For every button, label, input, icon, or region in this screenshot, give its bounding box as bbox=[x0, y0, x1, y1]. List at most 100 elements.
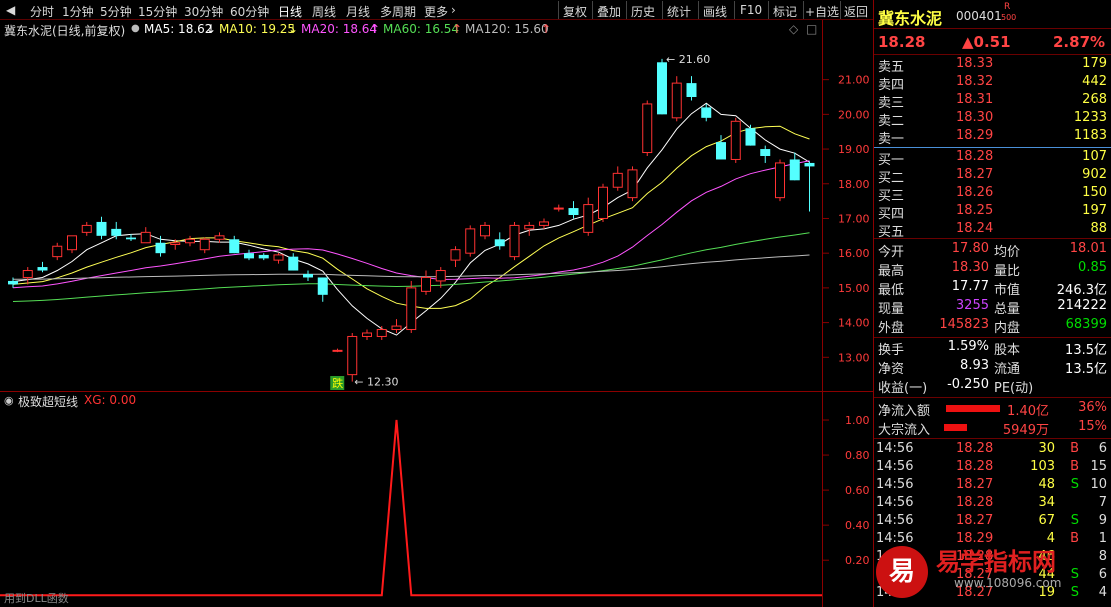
period-tab-weekly[interactable]: 周线 bbox=[312, 3, 336, 20]
candle-body bbox=[539, 221, 549, 226]
period-tab-15min[interactable]: 15分钟 bbox=[138, 3, 177, 20]
more-chevron-icon[interactable]: › bbox=[451, 3, 456, 17]
tick-volume: 34 bbox=[1038, 495, 1055, 510]
indicator-menu-icon[interactable]: ◉ bbox=[4, 394, 14, 407]
candle bbox=[539, 218, 549, 229]
period-tab-multi[interactable]: 多周期 bbox=[380, 3, 416, 20]
stat-value: 68399 bbox=[1065, 317, 1107, 332]
candle bbox=[229, 235, 240, 254]
stats-button[interactable]: 统计 bbox=[667, 3, 691, 20]
stat-label: 最高 bbox=[878, 264, 905, 279]
chart-title: 冀东水泥(日线,前复权) bbox=[4, 24, 126, 38]
candle-body bbox=[273, 254, 284, 261]
period-tab-1min[interactable]: 1分钟 bbox=[62, 3, 94, 20]
panel-divider bbox=[874, 54, 1111, 55]
indicator-tick-label: 0.40 bbox=[845, 519, 870, 532]
price-tick-label: 17.00 bbox=[838, 212, 870, 225]
period-tab-monthly[interactable]: 月线 bbox=[346, 3, 370, 20]
period-tab-5min[interactable]: 5分钟 bbox=[100, 3, 132, 20]
stat-label: 总量 bbox=[994, 302, 1021, 317]
bid-volume: 150 bbox=[1082, 185, 1107, 200]
overlay-button[interactable]: 叠加 bbox=[597, 3, 621, 20]
period-tab-intraday[interactable]: 分时 bbox=[30, 3, 54, 20]
candle bbox=[391, 319, 402, 333]
price-tick-label: 19.00 bbox=[838, 143, 870, 156]
panel-divider bbox=[874, 438, 1111, 439]
candle-body bbox=[804, 162, 815, 167]
candle-body bbox=[332, 349, 343, 352]
period-tab-60min[interactable]: 60分钟 bbox=[230, 3, 269, 20]
candle-body bbox=[701, 107, 712, 118]
bid-level-label: 买四 bbox=[878, 207, 905, 222]
candle bbox=[22, 267, 33, 285]
candle-body bbox=[391, 325, 402, 331]
indicator-chart[interactable]: 1.00 0.80 0.60 0.40 0.20 用到DLL函数 bbox=[0, 392, 873, 607]
period-tab-30min[interactable]: 30分钟 bbox=[184, 3, 223, 20]
candle-body bbox=[465, 228, 476, 254]
flow-percent: 15% bbox=[1078, 419, 1107, 434]
candle bbox=[376, 326, 387, 340]
candle-body bbox=[317, 277, 328, 295]
adjust-button[interactable]: 复权 bbox=[563, 3, 587, 20]
stat-label: 收益(一) bbox=[878, 381, 928, 396]
price-tick-label: 16.00 bbox=[838, 247, 870, 260]
ask-price: 18.29 bbox=[956, 128, 994, 143]
stat-label: 内盘 bbox=[994, 321, 1021, 336]
candle bbox=[775, 159, 785, 202]
candle-body bbox=[789, 159, 800, 181]
stat-value: 17.80 bbox=[951, 241, 989, 256]
kline-chart[interactable]: 21.00 20.00 19.00 18.00 17.00 16.00 15.00 14.00… bbox=[0, 20, 873, 392]
candle-body bbox=[553, 207, 564, 210]
stat-value: 18.30 bbox=[951, 260, 989, 275]
draw-line-button[interactable]: 画线 bbox=[703, 3, 727, 20]
stat-label: 均价 bbox=[994, 245, 1021, 260]
candle bbox=[288, 253, 299, 271]
add-watchlist-button[interactable]: +自选 bbox=[805, 3, 839, 20]
stat-label: 今开 bbox=[878, 245, 905, 260]
back-button[interactable]: 返回 bbox=[844, 3, 868, 20]
history-button[interactable]: 历史 bbox=[631, 3, 655, 20]
candle-body bbox=[244, 253, 254, 259]
period-tab-daily[interactable]: 日线 bbox=[278, 3, 302, 20]
candle bbox=[730, 117, 741, 163]
flow-percent: 36% bbox=[1078, 400, 1107, 415]
toolbar-divider bbox=[734, 1, 735, 19]
candle bbox=[568, 201, 579, 219]
flow-bar bbox=[946, 405, 1000, 412]
tick-price: 18.27 bbox=[956, 477, 994, 492]
candle bbox=[199, 237, 210, 254]
ma10-label: MA10: 19.25 bbox=[219, 22, 296, 36]
ask-price: 18.32 bbox=[956, 74, 994, 89]
diamond-icon[interactable]: ◇ bbox=[789, 22, 798, 36]
mark-button[interactable]: 标记 bbox=[773, 3, 797, 20]
candle bbox=[627, 166, 638, 202]
stat-label: 股本 bbox=[994, 343, 1021, 358]
candle bbox=[760, 145, 771, 163]
candle-body bbox=[686, 83, 697, 97]
candle bbox=[701, 103, 712, 122]
stock-code: 000401 bbox=[956, 9, 1002, 23]
quote-panel: 冀东水泥 000401 R 500 18.28 ▲0.51 2.87% 卖五 18… bbox=[873, 0, 1111, 607]
settings-dot-icon[interactable]: ● bbox=[131, 23, 140, 34]
stat-label: 净资 bbox=[878, 362, 905, 377]
stock-terminal: ◀ 分时 1分钟 5分钟 15分钟 30分钟 60分钟 日线 周线 月线 多周期… bbox=[0, 0, 1111, 607]
candle bbox=[96, 216, 107, 240]
tick-side: S bbox=[1070, 513, 1079, 528]
price-change: ▲0.51 bbox=[962, 33, 1011, 51]
candle-body bbox=[111, 228, 122, 236]
candle-body bbox=[8, 280, 18, 285]
tick-volume: 30 bbox=[1038, 441, 1055, 456]
period-tab-more[interactable]: 更多 bbox=[424, 3, 448, 20]
minimize-arrow-icon[interactable]: ◀ bbox=[6, 3, 15, 17]
candle bbox=[553, 204, 564, 212]
candle-body bbox=[435, 270, 446, 282]
toolbar-divider bbox=[626, 1, 627, 19]
maximize-icon[interactable]: □ bbox=[806, 22, 817, 36]
f10-button[interactable]: F10 bbox=[740, 3, 762, 17]
ma10-down-arrow-icon: ↓ bbox=[288, 22, 299, 36]
dll-footer-label: 用到DLL函数 bbox=[4, 592, 69, 605]
candle bbox=[258, 253, 269, 261]
indicator-tick-label: 0.20 bbox=[845, 554, 870, 567]
candle bbox=[362, 329, 372, 340]
xg-signal-line bbox=[0, 419, 822, 597]
